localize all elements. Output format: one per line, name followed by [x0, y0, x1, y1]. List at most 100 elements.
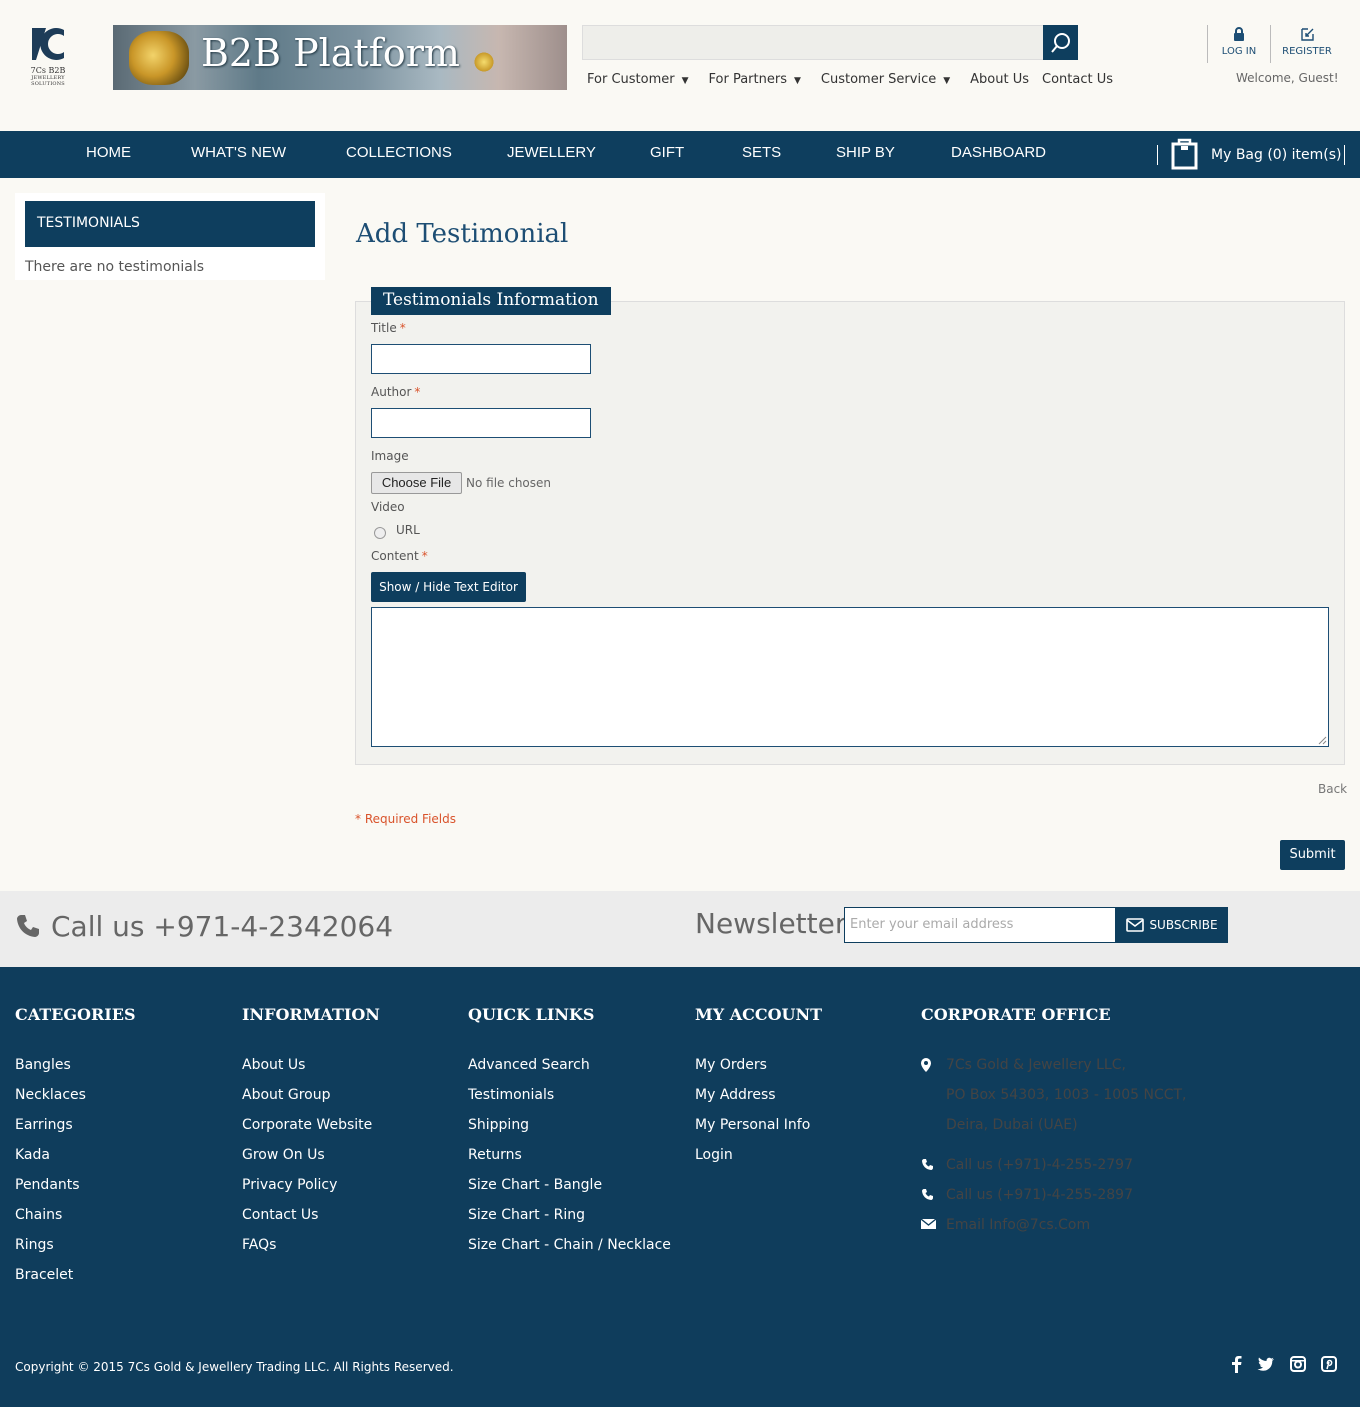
main-nav: HOME WHAT'S NEW COLLECTIONS JEWELLERY GI…	[0, 131, 1360, 178]
login-link[interactable]: LOG IN	[1207, 25, 1271, 57]
phone-line[interactable]: Call us (+971)-4-255-2897	[921, 1185, 1187, 1215]
url-radio[interactable]	[374, 527, 386, 539]
footer-link[interactable]: Rings	[15, 1235, 136, 1265]
footer-link[interactable]: My Orders	[695, 1055, 822, 1085]
necklace-image	[129, 31, 189, 85]
toggle-editor-button[interactable]: Show / Hide Text Editor	[371, 572, 526, 602]
footer-link[interactable]: Privacy Policy	[242, 1175, 380, 1205]
subscribe-button[interactable]: SUBSCRIBE	[1116, 907, 1228, 943]
topnav-about-us[interactable]: About Us	[970, 72, 1029, 87]
nav-ship-by[interactable]: SHIP BY	[836, 144, 895, 161]
submit-button[interactable]: Submit	[1280, 840, 1345, 870]
shopping-bag-icon[interactable]	[1171, 136, 1198, 170]
facebook-icon[interactable]	[1231, 1356, 1242, 1373]
sidebar-title: TESTIMONIALS	[25, 201, 315, 247]
nav-sets[interactable]: SETS	[742, 144, 781, 161]
footer-link[interactable]: About Us	[242, 1055, 380, 1085]
footer-link[interactable]: Size Chart - Bangle	[468, 1175, 671, 1205]
nav-whats-new[interactable]: WHAT'S NEW	[191, 144, 286, 161]
search-button[interactable]	[1043, 25, 1078, 60]
footer-heading: QUICK LINKS	[468, 1005, 595, 1024]
footer-link[interactable]: Size Chart - Chain / Necklace	[468, 1235, 671, 1265]
footer-link[interactable]: Size Chart - Ring	[468, 1205, 671, 1235]
subscribe-label: SUBSCRIBE	[1149, 918, 1218, 932]
divider	[1157, 145, 1158, 165]
footer-link[interactable]: Shipping	[468, 1115, 671, 1145]
footer-categories: CATEGORIES Bangles Necklaces Earrings Ka…	[15, 1005, 136, 1295]
content-textarea[interactable]	[371, 607, 1329, 747]
form-legend: Testimonials Information	[371, 287, 611, 315]
address-line: 7Cs Gold & Jewellery LLC,	[921, 1055, 1187, 1085]
topnav-customer-service[interactable]: Customer Service ▼	[821, 72, 950, 87]
call-us-text: Call us +971-4-2342064	[51, 910, 394, 943]
footer-heading: CORPORATE OFFICE	[921, 1005, 1111, 1024]
footer-heading: INFORMATION	[242, 1005, 380, 1024]
twitter-icon[interactable]	[1257, 1356, 1274, 1372]
nav-gift[interactable]: GIFT	[650, 144, 684, 161]
footer-link[interactable]: Returns	[468, 1145, 671, 1175]
topnav-contact-us[interactable]: Contact Us	[1042, 72, 1113, 87]
video-label: Video	[371, 500, 405, 514]
footer-corporate-office: CORPORATE OFFICE 7Cs Gold & Jewellery LL…	[921, 1005, 1187, 1245]
newsletter-email-input[interactable]: Enter your email address	[844, 907, 1116, 943]
footer-heading: MY ACCOUNT	[695, 1005, 823, 1024]
footer-heading: CATEGORIES	[15, 1005, 136, 1024]
footer-link[interactable]: Earrings	[15, 1115, 136, 1145]
nav-dashboard[interactable]: DASHBOARD	[951, 144, 1046, 161]
footer-link[interactable]: FAQs	[242, 1235, 380, 1265]
login-label: LOG IN	[1221, 46, 1257, 57]
copyright-text: Copyright © 2015 7Cs Gold & Jewellery Tr…	[15, 1360, 454, 1374]
title-label: Title *	[371, 321, 406, 335]
footer-link[interactable]: My Address	[695, 1085, 822, 1115]
footer-link[interactable]: Kada	[15, 1145, 136, 1175]
topnav-for-customer[interactable]: For Customer ▼	[587, 72, 689, 87]
my-bag-link[interactable]: My Bag (0) item(s)	[1211, 147, 1341, 163]
footer-link[interactable]: Necklaces	[15, 1085, 136, 1115]
nav-collections[interactable]: COLLECTIONS	[346, 144, 452, 161]
register-label: REGISTER	[1282, 46, 1332, 57]
pinterest-icon[interactable]	[1321, 1356, 1337, 1372]
footer-link[interactable]: About Group	[242, 1085, 380, 1115]
address-line: Deira, Dubai (UAE)	[946, 1117, 1078, 1133]
caret-down-icon: ▼	[943, 76, 951, 86]
newsletter-heading: Newsletter	[695, 907, 847, 940]
divider	[1270, 25, 1271, 63]
footer-link[interactable]: Pendants	[15, 1175, 136, 1205]
title-input[interactable]	[371, 344, 591, 374]
required-fields-note: * Required Fields	[355, 812, 456, 826]
footer-my-account: MY ACCOUNT My Orders My Address My Perso…	[695, 1005, 822, 1175]
footer-link[interactable]: Login	[695, 1145, 822, 1175]
search-input[interactable]	[582, 25, 1044, 60]
ring-image	[473, 51, 495, 73]
phone-line[interactable]: Call us (+971)-4-255-2797	[921, 1155, 1187, 1185]
b2b-banner[interactable]: B2B Platform	[113, 25, 567, 90]
required-mark: *	[414, 385, 421, 399]
footer-link[interactable]: Testimonials	[468, 1085, 671, 1115]
topnav-for-partners[interactable]: For Partners ▼	[709, 72, 801, 87]
nav-jewellery[interactable]: JEWELLERY	[507, 144, 596, 161]
top-nav: For Customer ▼ For Partners ▼ Customer Ser…	[587, 72, 1133, 87]
email-line[interactable]: Email Info@7cs.Com	[921, 1215, 1187, 1245]
caret-down-icon: ▼	[793, 76, 801, 86]
sidebar-empty-text: There are no testimonials	[25, 259, 205, 275]
footer-link[interactable]: My Personal Info	[695, 1115, 822, 1145]
url-radio-label[interactable]: URL	[396, 523, 420, 537]
footer-link[interactable]: Bangles	[15, 1055, 136, 1085]
choose-file-button[interactable]: Choose File	[371, 472, 462, 494]
footer-link[interactable]: Grow On Us	[242, 1145, 380, 1175]
footer-link[interactable]: Contact Us	[242, 1205, 380, 1235]
register-link[interactable]: REGISTER	[1275, 25, 1339, 57]
footer-link[interactable]: Bracelet	[15, 1265, 136, 1295]
footer-link[interactable]: Advanced Search	[468, 1055, 671, 1085]
back-link[interactable]: Back	[1318, 782, 1347, 796]
resize-handle-icon[interactable]	[1318, 736, 1327, 745]
map-pin-icon	[921, 1058, 931, 1072]
required-mark: *	[421, 549, 428, 563]
site-logo[interactable]: 7Cs B2B JEWELLERY SOLUTIONS	[15, 24, 81, 88]
footer-link[interactable]: Chains	[15, 1205, 136, 1235]
author-input[interactable]	[371, 408, 591, 438]
phone-icon	[922, 1189, 933, 1200]
footer-link[interactable]: Corporate Website	[242, 1115, 380, 1145]
instagram-icon[interactable]	[1290, 1356, 1306, 1372]
nav-home[interactable]: HOME	[86, 144, 131, 161]
